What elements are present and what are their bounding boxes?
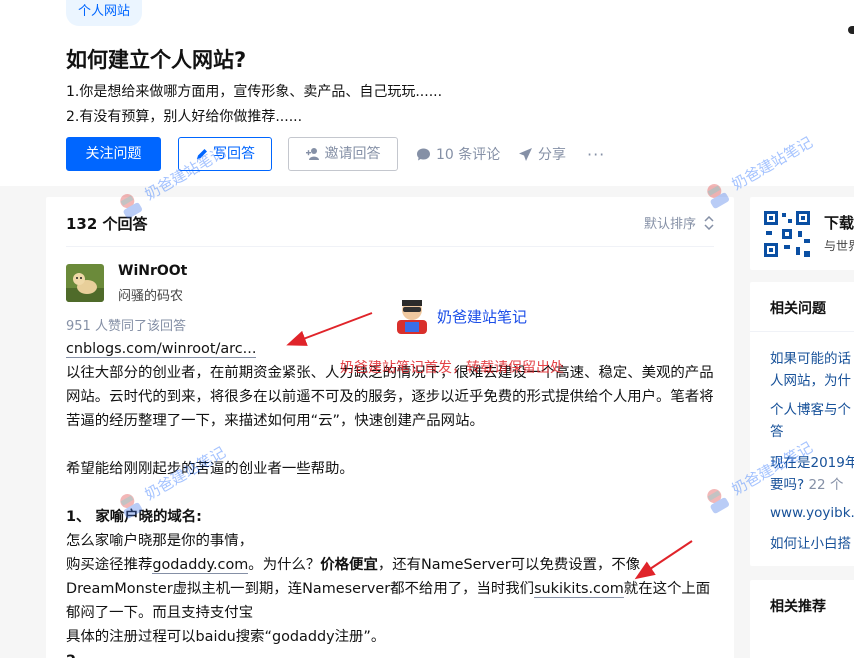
annotation-arrow [286,312,373,346]
annotation-arrows [286,312,693,580]
annotation-arrow [634,540,693,580]
